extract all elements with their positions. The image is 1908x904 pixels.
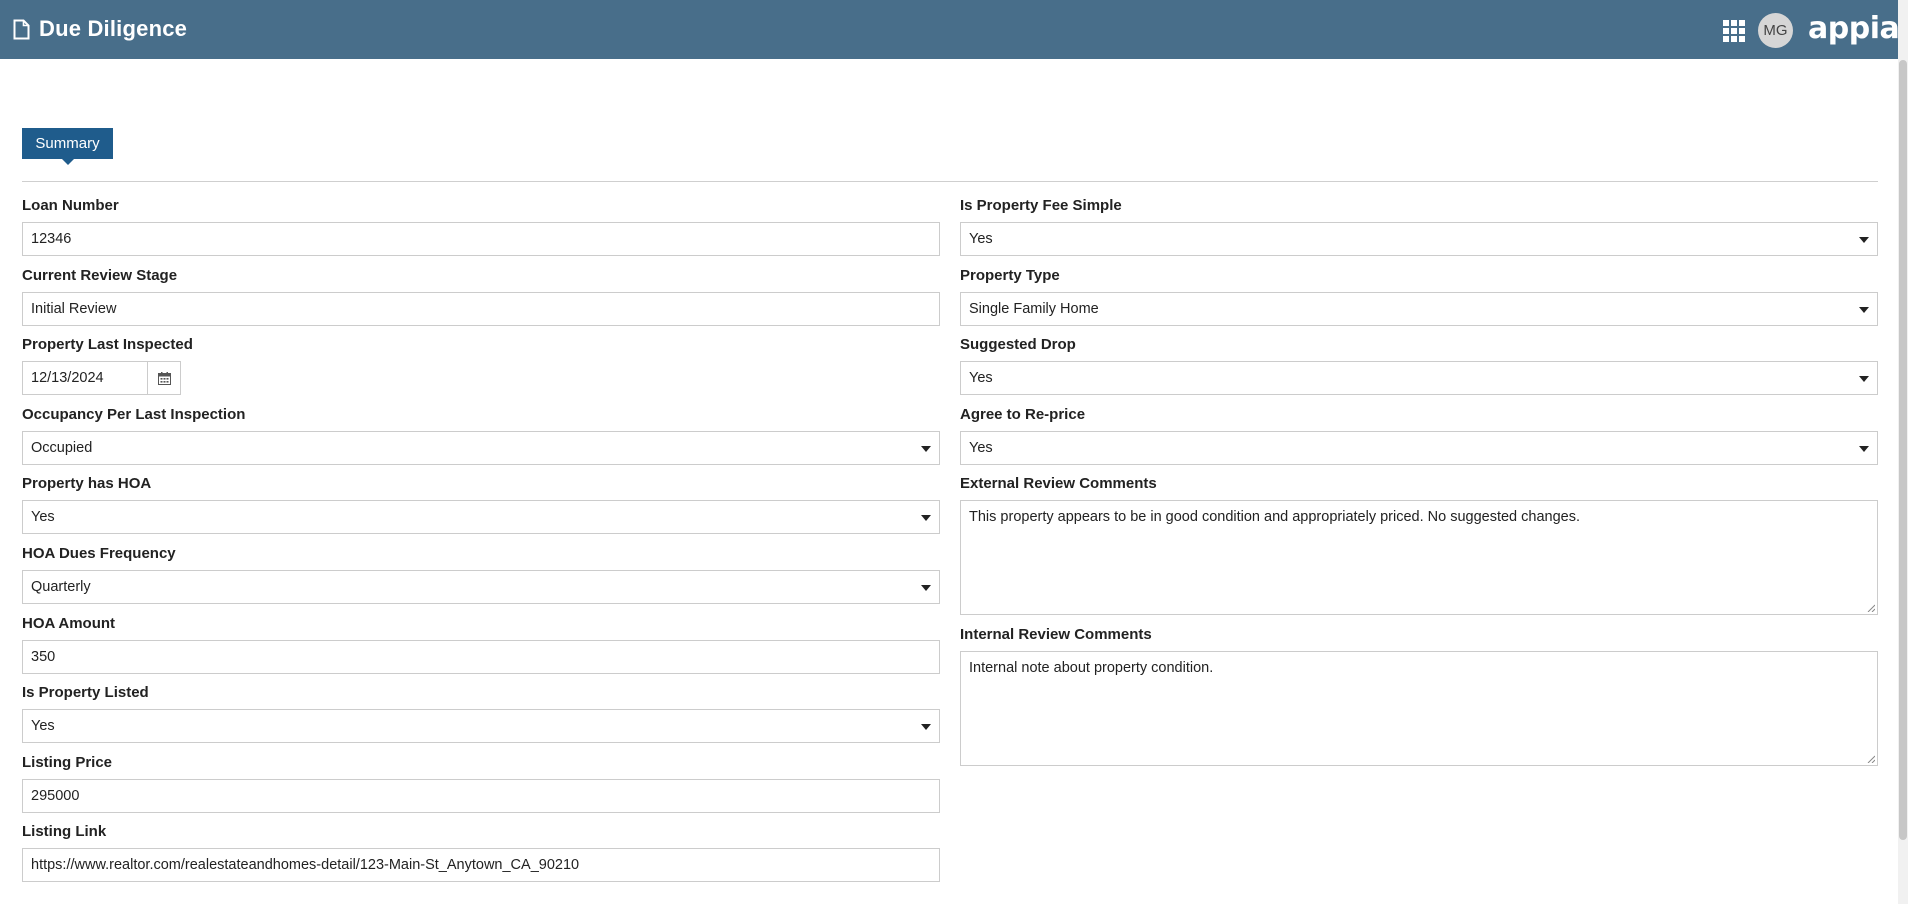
hoa-dues-frequency-label: HOA Dues Frequency [22, 545, 176, 562]
fee-simple-value: Yes [969, 231, 993, 247]
fee-simple-select[interactable]: Yes [960, 222, 1878, 256]
property-type-field: Property Type Single Family Home [960, 265, 1878, 326]
property-has-hoa-select[interactable]: Yes [22, 500, 940, 534]
external-review-comments-field: External Review Comments This property a… [960, 473, 1878, 615]
fee-simple-label: Is Property Fee Simple [960, 197, 1122, 214]
internal-review-comments-field: Internal Review Comments Internal note a… [960, 624, 1878, 766]
internal-review-comments-label: Internal Review Comments [960, 626, 1152, 643]
fee-simple-field: Is Property Fee Simple Yes [960, 195, 1878, 256]
is-property-listed-select[interactable]: Yes [22, 709, 940, 743]
property-type-label: Property Type [960, 267, 1060, 284]
is-property-listed-value: Yes [31, 718, 55, 734]
page-title: Due Diligence [39, 16, 188, 41]
app-header: Due Diligence MG appian [0, 0, 1908, 59]
current-review-stage-input[interactable]: Initial Review [22, 292, 940, 326]
property-has-hoa-field: Property has HOA Yes [22, 473, 940, 534]
suggested-drop-field: Suggested Drop Yes [960, 334, 1878, 395]
hoa-dues-frequency-select[interactable]: Quarterly [22, 570, 940, 604]
tab-summary[interactable]: Summary [22, 128, 113, 165]
listing-price-label: Listing Price [22, 754, 113, 771]
hoa-amount-input[interactable]: 350 [22, 640, 940, 674]
occupancy-label: Occupancy Per Last Inspection [22, 406, 246, 423]
suggested-drop-select[interactable]: Yes [960, 361, 1878, 395]
listing-price-input[interactable]: 295000 [22, 779, 940, 813]
property-type-select[interactable]: Single Family Home [960, 292, 1878, 326]
chevron-down-icon [1859, 237, 1869, 243]
suggested-drop-value: Yes [969, 370, 993, 386]
hoa-dues-frequency-field: HOA Dues Frequency Quarterly [22, 543, 940, 604]
current-review-stage-label: Current Review Stage [22, 267, 178, 284]
agree-to-reprice-field: Agree to Re-price Yes [960, 404, 1878, 465]
chevron-down-icon [921, 724, 931, 730]
hoa-dues-frequency-value: Quarterly [31, 579, 91, 595]
app-grid-icon[interactable] [1723, 20, 1745, 42]
calendar-icon [157, 371, 171, 385]
chevron-down-icon [1859, 307, 1869, 313]
occupancy-field: Occupancy Per Last Inspection Occupied [22, 404, 940, 465]
external-review-comments-value: This property appears to be in good cond… [969, 509, 1581, 525]
user-avatar[interactable]: MG [1758, 13, 1793, 48]
listing-price-field: Listing Price 295000 [22, 752, 940, 813]
appian-logo: appian [1808, 11, 1908, 46]
chevron-down-icon [921, 515, 931, 521]
resize-handle-icon[interactable] [1867, 755, 1875, 763]
agree-to-reprice-value: Yes [969, 440, 993, 456]
scrollbar-thumb[interactable] [1899, 60, 1907, 840]
loan-number-label: Loan Number [22, 197, 119, 214]
hoa-amount-label: HOA Amount [22, 615, 116, 632]
occupancy-select[interactable]: Occupied [22, 431, 940, 465]
property-has-hoa-label: Property has HOA [22, 475, 152, 492]
tab-active-indicator [62, 159, 74, 165]
loan-number-field: Loan Number 12346 [22, 195, 940, 256]
property-last-inspected-label: Property Last Inspected [22, 336, 193, 353]
occupancy-value: Occupied [31, 440, 93, 456]
property-type-value: Single Family Home [969, 301, 1099, 317]
internal-review-comments-textarea[interactable]: Internal note about property condition. [960, 651, 1878, 766]
tab-summary-label: Summary [35, 135, 100, 152]
listing-link-label: Listing Link [22, 823, 107, 840]
agree-to-reprice-label: Agree to Re-price [960, 406, 1086, 423]
date-picker: 12/13/2024 [22, 361, 940, 395]
chevron-down-icon [1859, 376, 1869, 382]
is-property-listed-field: Is Property Listed Yes [22, 682, 940, 743]
chevron-down-icon [1859, 446, 1869, 452]
current-review-stage-field: Current Review Stage Initial Review [22, 265, 940, 326]
section-divider [22, 181, 1878, 182]
listing-link-input[interactable]: https://www.realtor.com/realestateandhom… [22, 848, 940, 882]
external-review-comments-label: External Review Comments [960, 475, 1157, 492]
external-review-comments-textarea[interactable]: This property appears to be in good cond… [960, 500, 1878, 615]
listing-link-field: Listing Link https://www.realtor.com/rea… [22, 821, 940, 882]
document-icon [13, 19, 30, 40]
suggested-drop-label: Suggested Drop [960, 336, 1076, 353]
property-last-inspected-input[interactable]: 12/13/2024 [22, 361, 148, 395]
resize-handle-icon[interactable] [1867, 604, 1875, 612]
is-property-listed-label: Is Property Listed [22, 684, 149, 701]
agree-to-reprice-select[interactable]: Yes [960, 431, 1878, 465]
chevron-down-icon [921, 446, 931, 452]
chevron-down-icon [921, 585, 931, 591]
hoa-amount-field: HOA Amount 350 [22, 613, 940, 674]
property-has-hoa-value: Yes [31, 509, 55, 525]
internal-review-comments-value: Internal note about property condition. [969, 660, 1214, 676]
loan-number-input[interactable]: 12346 [22, 222, 940, 256]
property-last-inspected-field: Property Last Inspected 12/13/2024 [22, 334, 940, 395]
calendar-button[interactable] [148, 361, 181, 395]
